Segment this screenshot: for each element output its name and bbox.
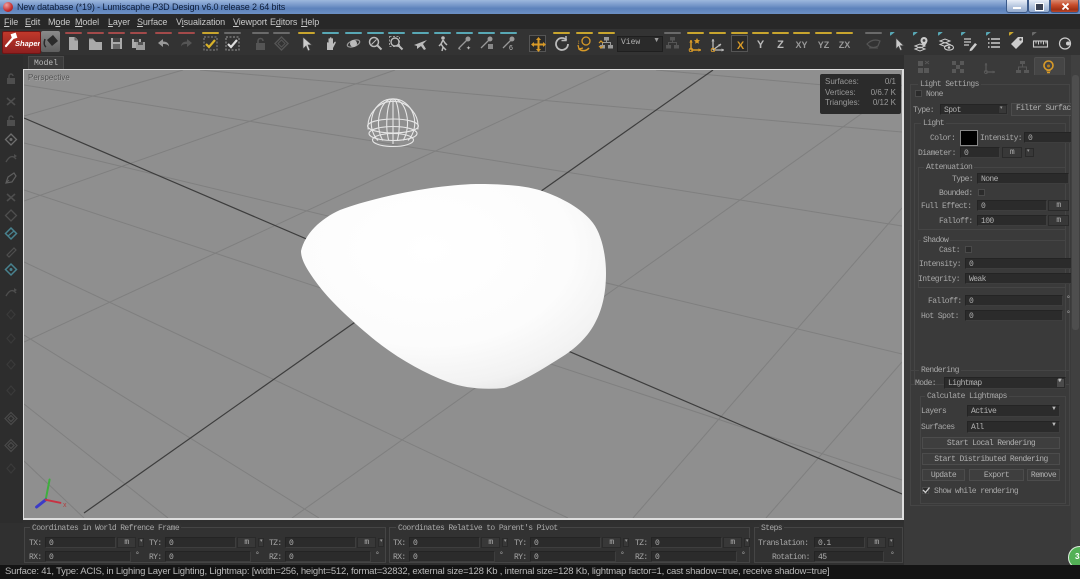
svg-text:ZX: ZX xyxy=(839,40,851,50)
svg-text:✦: ✦ xyxy=(466,45,471,52)
svg-text:Y: Y xyxy=(757,39,765,51)
svg-text:x: x xyxy=(63,502,67,509)
svg-text:6: 6 xyxy=(509,45,513,52)
svg-text:Shaper: Shaper xyxy=(15,39,40,48)
svg-text:↕: ↕ xyxy=(577,40,580,46)
svg-text:Z: Z xyxy=(777,39,784,51)
svg-text:XY: XY xyxy=(795,40,807,50)
svg-text:X: X xyxy=(737,40,745,52)
svg-text:YZ: YZ xyxy=(818,40,830,50)
